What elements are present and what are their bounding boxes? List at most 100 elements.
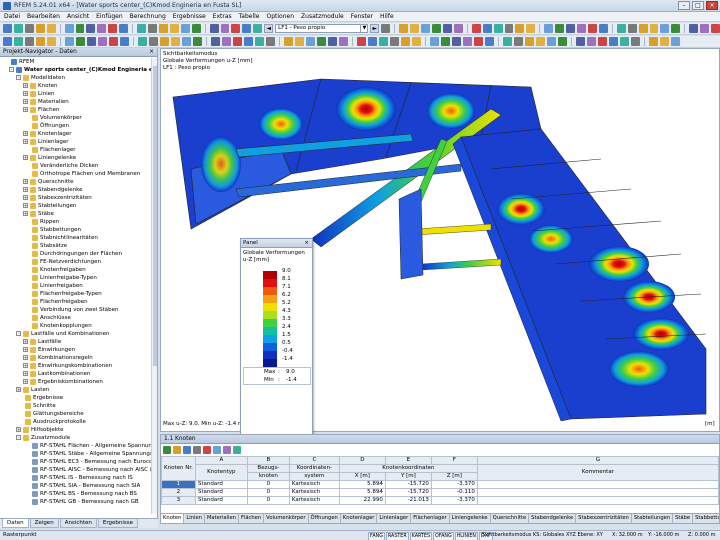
menu-item-11[interactable]: Hilfe xyxy=(380,12,394,21)
menu-item-1[interactable]: Bearbeiten xyxy=(27,12,60,21)
expand-icon[interactable]: + xyxy=(23,155,28,160)
tree-item[interactable]: Stabbettungen xyxy=(23,226,81,234)
toolbar-tool-icon[interactable] xyxy=(86,24,96,33)
tree-item[interactable]: + Lastfälle xyxy=(23,338,61,346)
toolbar-tool-icon[interactable] xyxy=(211,37,220,46)
toolbar-tool-icon[interactable] xyxy=(700,24,710,33)
table-tab-15[interactable]: Stabbettungen xyxy=(693,514,719,523)
toolbar-tool-icon[interactable] xyxy=(35,24,45,33)
table-cell-sys[interactable]: Kartesisch xyxy=(288,496,340,505)
table-cell-x[interactable]: 5.894 xyxy=(338,480,386,489)
toolbar-tool-icon[interactable] xyxy=(627,24,637,33)
menu-item-2[interactable]: Ansicht xyxy=(67,12,89,21)
tree-item[interactable]: Stabnichtlinearitäten xyxy=(23,234,98,242)
toolbar-tool-icon[interactable] xyxy=(253,24,263,33)
tree-item[interactable]: Schnitte xyxy=(16,402,56,410)
table-cell-sys[interactable]: Kartesisch xyxy=(288,480,340,489)
toolbar-tool-icon[interactable] xyxy=(412,37,421,46)
table-tab-1[interactable]: Linien xyxy=(184,514,205,523)
toolbar-tool-icon[interactable] xyxy=(379,37,388,46)
scroll-thumb[interactable] xyxy=(153,66,157,366)
toolbar-tool-icon[interactable] xyxy=(471,24,481,33)
table-cell-c[interactable] xyxy=(476,480,720,489)
tree-item[interactable]: RF-STAHL Stäbe - Allgemeine Spannungsana… xyxy=(23,450,152,458)
table-cell-y[interactable]: -21.013 xyxy=(384,496,432,505)
table-cell-ref[interactable]: 0 xyxy=(246,496,290,505)
panel-header[interactable]: Panel × xyxy=(241,239,312,248)
toolbar-tool-icon[interactable] xyxy=(576,37,585,46)
toolbar-tool-icon[interactable] xyxy=(503,37,512,46)
toolbar-tool-icon[interactable] xyxy=(108,24,118,33)
table-tab-2[interactable]: Materialien xyxy=(204,514,239,523)
toolbar-tool-icon[interactable] xyxy=(242,24,252,33)
toolbar-tool-icon[interactable] xyxy=(660,24,670,33)
toolbar-tool-icon[interactable] xyxy=(149,37,158,46)
tree-item[interactable]: Ergebnisse xyxy=(16,394,63,402)
tree-item[interactable]: Linienfreigaben xyxy=(23,282,83,290)
table-cell-sys[interactable]: Kartesisch xyxy=(288,488,340,497)
toolbar-tool-icon[interactable] xyxy=(689,24,699,33)
expand-icon[interactable]: + xyxy=(23,187,28,192)
toolbar-tool-icon[interactable] xyxy=(463,37,472,46)
table-cell-z[interactable]: -3.370 xyxy=(430,496,478,505)
tree-item[interactable]: + Kombinationsregeln xyxy=(23,354,93,362)
menu-item-3[interactable]: Einfügen xyxy=(96,12,122,21)
tree-item[interactable]: + Einwirkungskombinationen xyxy=(23,362,112,370)
table-tab-3[interactable]: Flächen xyxy=(238,514,265,523)
tree-item[interactable]: RFEM xyxy=(2,58,34,66)
toolbar-tool-icon[interactable] xyxy=(515,24,525,33)
menu-item-4[interactable]: Berechnung xyxy=(130,12,166,21)
toolbar-tool-icon[interactable] xyxy=(169,24,179,33)
toolbar-tool-icon[interactable] xyxy=(587,37,596,46)
loadcase-select[interactable]: ▼ LF1 - Peso propio xyxy=(275,24,369,33)
toolbar-tool-icon[interactable] xyxy=(171,37,180,46)
table-cell-c[interactable] xyxy=(476,496,720,505)
toolbar-tool-icon[interactable] xyxy=(399,24,409,33)
toolbar-tool-icon[interactable] xyxy=(368,37,377,46)
tree-item[interactable]: + Materialien xyxy=(23,98,69,106)
status-toggle-2[interactable]: KARTES xyxy=(409,532,433,540)
table-tab-5[interactable]: Öffnungen xyxy=(308,514,341,523)
table-cell-y[interactable]: -15.720 xyxy=(384,480,432,489)
tree-item[interactable]: + Querschnitte xyxy=(23,178,74,186)
toolbar-tool-icon[interactable] xyxy=(191,24,201,33)
toolbar-tool-icon[interactable] xyxy=(3,24,12,33)
tree-item[interactable]: Durchdringungen der Flächen xyxy=(23,250,122,258)
nav-tab-2[interactable]: Ansichten xyxy=(59,519,97,528)
toolbar-tool-icon[interactable] xyxy=(431,24,441,33)
tree-item[interactable]: Öffnungen xyxy=(23,122,69,130)
toolbar-tool-icon[interactable] xyxy=(36,37,45,46)
tree-item[interactable]: Flächenfreigaben xyxy=(23,298,88,306)
toolbar-tool-icon[interactable] xyxy=(544,24,554,33)
next-loadcase-button[interactable]: ► xyxy=(370,24,380,33)
prev-loadcase-button[interactable]: ◄ xyxy=(264,24,274,33)
tree-item[interactable]: + Knotenlager xyxy=(23,130,72,138)
toolbar-tool-icon[interactable] xyxy=(244,37,253,46)
chevron-down-icon[interactable]: ▼ xyxy=(360,25,367,32)
toolbar-tool-icon[interactable] xyxy=(148,24,157,33)
filter-icon[interactable] xyxy=(183,446,191,454)
toolbar-tool-icon[interactable] xyxy=(97,24,107,33)
toolbar-tool-icon[interactable] xyxy=(180,24,190,33)
toolbar-tool-icon[interactable] xyxy=(430,37,439,46)
status-toggle-3[interactable]: OFANG xyxy=(433,532,454,540)
toolbar-tool-icon[interactable] xyxy=(284,37,293,46)
table-cell-type[interactable]: Standard xyxy=(194,496,248,505)
toolbar-tool-icon[interactable] xyxy=(671,37,680,46)
toolbar-tool-icon[interactable] xyxy=(526,24,536,33)
add-icon[interactable] xyxy=(163,446,171,454)
table-cell-z[interactable]: -0.110 xyxy=(430,488,478,497)
tree-item[interactable]: RF-STAHL BS - Bemessung nach BS xyxy=(23,490,137,498)
toolbar-tool-icon[interactable] xyxy=(638,24,648,33)
collapse-icon[interactable]: - xyxy=(16,331,21,336)
nav-tab-3[interactable]: Ergebnisse xyxy=(97,519,139,528)
toolbar-tool-icon[interactable] xyxy=(609,37,618,46)
toolbar-tool-icon[interactable] xyxy=(193,37,202,46)
expand-icon[interactable]: + xyxy=(23,131,28,136)
table-tab-6[interactable]: Knotenlager xyxy=(340,514,378,523)
table-cell-z[interactable]: -3.370 xyxy=(430,480,478,489)
tree-item[interactable]: FE-Netzverdichtungen xyxy=(23,258,101,266)
toolbar-tool-icon[interactable] xyxy=(222,37,231,46)
toolbar-tool-icon[interactable] xyxy=(649,24,659,33)
expand-icon[interactable]: + xyxy=(23,363,28,368)
